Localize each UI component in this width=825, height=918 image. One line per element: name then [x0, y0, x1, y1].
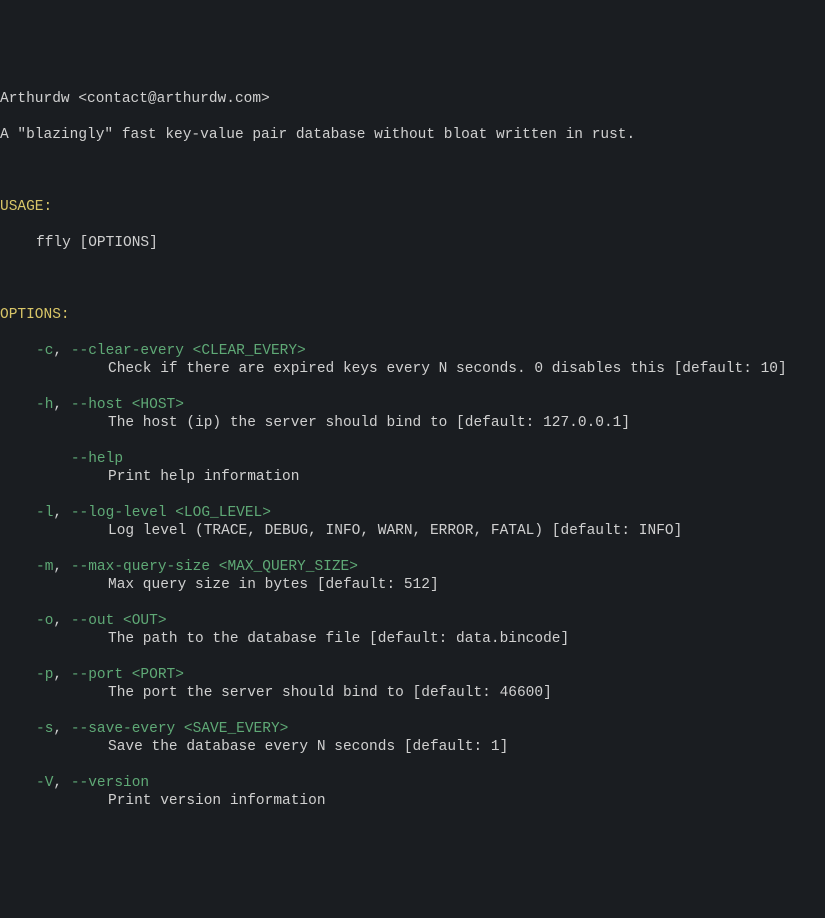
option-long-flag: --help: [71, 451, 123, 467]
option-separator: ,: [53, 613, 70, 629]
blank-line: [0, 594, 825, 612]
usage-command: ffly [OPTIONS]: [0, 234, 825, 252]
description-line: A "blazingly" fast key-value pair databa…: [0, 126, 825, 144]
option-long-flag: --port <PORT>: [71, 667, 184, 683]
option-long-flag: --save-every <SAVE_EVERY>: [71, 721, 289, 737]
option-long-flag: --out <OUT>: [71, 613, 167, 629]
option-short-flag: -m: [36, 559, 53, 575]
option-flag-line: -h, --host <HOST>: [0, 396, 825, 414]
option-separator: ,: [53, 559, 70, 575]
option-description: The path to the database file [default: …: [0, 630, 825, 648]
blank-line: [0, 702, 825, 720]
option-separator: ,: [53, 505, 70, 521]
option-short-flag: -o: [36, 613, 53, 629]
blank-line: [0, 378, 825, 396]
blank-line: [0, 162, 825, 180]
option-description: The host (ip) the server should bind to …: [0, 414, 825, 432]
option-flag-line: -p, --port <PORT>: [0, 666, 825, 684]
option-description: The port the server should bind to [defa…: [0, 684, 825, 702]
option-description: Check if there are expired keys every N …: [0, 360, 825, 378]
blank-line: [0, 756, 825, 774]
option-long-flag: --host <HOST>: [71, 397, 184, 413]
option-flag-line: -c, --clear-every <CLEAR_EVERY>: [0, 342, 825, 360]
option-short-flag: -V: [36, 775, 53, 791]
option-flag-line: -V, --version: [0, 774, 825, 792]
option-flag-line: -m, --max-query-size <MAX_QUERY_SIZE>: [0, 558, 825, 576]
terminal-output: Arthurdw <contact@arthurdw.com> A "blazi…: [0, 72, 825, 828]
option-short-flag: -h: [36, 397, 53, 413]
option-description: Log level (TRACE, DEBUG, INFO, WARN, ERR…: [0, 522, 825, 540]
blank-line: [0, 540, 825, 558]
option-long-flag: --version: [71, 775, 149, 791]
option-separator: ,: [53, 775, 70, 791]
option-short-flag: -c: [36, 343, 53, 359]
option-short-flag: -p: [36, 667, 53, 683]
author-line: Arthurdw <contact@arthurdw.com>: [0, 90, 825, 108]
option-separator: ,: [53, 721, 70, 737]
option-flag-line: -s, --save-every <SAVE_EVERY>: [0, 720, 825, 738]
option-separator: [36, 451, 71, 467]
option-long-flag: --log-level <LOG_LEVEL>: [71, 505, 271, 521]
option-long-flag: --clear-every <CLEAR_EVERY>: [71, 343, 306, 359]
options-heading: OPTIONS:: [0, 306, 825, 324]
option-flag-line: --help: [0, 450, 825, 468]
option-flag-line: -l, --log-level <LOG_LEVEL>: [0, 504, 825, 522]
blank-line: [0, 648, 825, 666]
option-short-flag: -s: [36, 721, 53, 737]
options-list: -c, --clear-every <CLEAR_EVERY>Check if …: [0, 342, 825, 810]
blank-line: [0, 270, 825, 288]
usage-heading: USAGE:: [0, 198, 825, 216]
option-flag-line: -o, --out <OUT>: [0, 612, 825, 630]
blank-line: [0, 486, 825, 504]
blank-line: [0, 432, 825, 450]
option-separator: ,: [53, 667, 70, 683]
option-long-flag: --max-query-size <MAX_QUERY_SIZE>: [71, 559, 358, 575]
option-description: Print version information: [0, 792, 825, 810]
option-description: Print help information: [0, 468, 825, 486]
option-description: Max query size in bytes [default: 512]: [0, 576, 825, 594]
option-separator: ,: [53, 343, 70, 359]
option-description: Save the database every N seconds [defau…: [0, 738, 825, 756]
option-separator: ,: [53, 397, 70, 413]
option-short-flag: -l: [36, 505, 53, 521]
